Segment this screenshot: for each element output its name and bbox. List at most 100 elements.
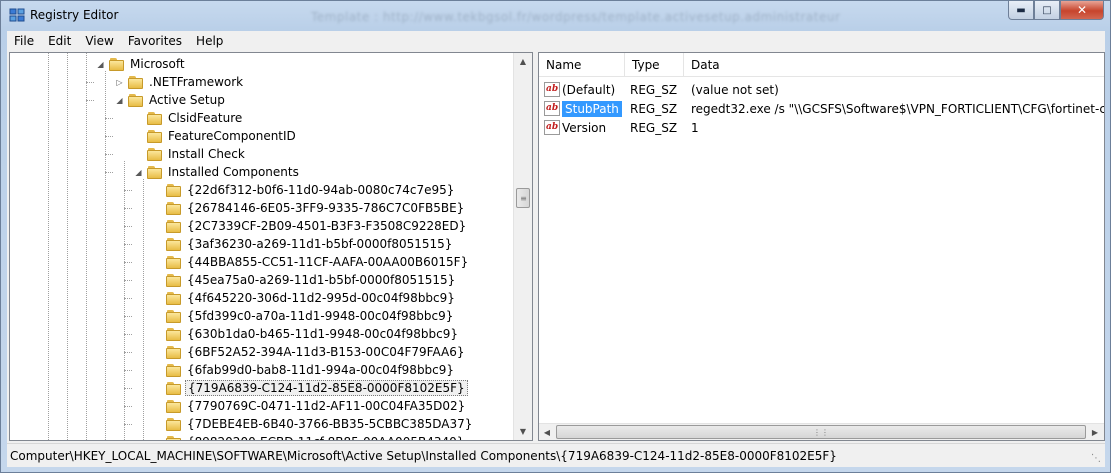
tree-node-component[interactable]: {719A6839-C124-11d2-85E8-0000F8102E5F} bbox=[153, 379, 468, 397]
expanded-arrow-icon[interactable]: ◢ bbox=[134, 168, 143, 177]
folder-icon bbox=[147, 147, 163, 161]
values-list-pane: Name Type Data ab (Default) REG_SZ (value n… bbox=[538, 52, 1105, 441]
background-window-title: Template : http://www.tekbgsol.fr/wordpr… bbox=[311, 10, 841, 24]
tree-node[interactable]: ◢ Microsoft bbox=[96, 55, 187, 73]
expanded-arrow-icon[interactable]: ◢ bbox=[96, 60, 105, 69]
status-path: Computer\HKEY_LOCAL_MACHINE\SOFTWARE\Mic… bbox=[10, 448, 837, 463]
scroll-up-arrow-icon[interactable]: ▲ bbox=[514, 53, 532, 70]
close-button[interactable]: ✕ bbox=[1060, 1, 1104, 20]
folder-icon bbox=[166, 417, 182, 431]
folder-icon bbox=[166, 327, 182, 341]
value-data: (value not set) bbox=[691, 82, 779, 97]
values-scroll-thumb[interactable]: ⋮⋮ bbox=[556, 425, 1086, 439]
scroll-left-arrow-icon[interactable]: ◀ bbox=[539, 424, 555, 440]
value-type: REG_SZ bbox=[630, 101, 678, 116]
tree-node-label: {630b1da0-b465-11d1-9948-00c04f98bbc9} bbox=[187, 327, 459, 341]
value-row[interactable]: ab StubPath REG_SZ regedt32.exe /s "\\GCSFS… bbox=[539, 99, 1104, 118]
close-icon: ✕ bbox=[1076, 3, 1088, 17]
maximize-icon: □ bbox=[1042, 4, 1052, 16]
value-name-cell: ab StubPath bbox=[539, 100, 625, 117]
value-type: REG_SZ bbox=[630, 82, 678, 97]
column-header-name[interactable]: Name bbox=[539, 53, 625, 77]
value-name: StubPath bbox=[562, 100, 622, 117]
tree-guide-connector bbox=[105, 136, 113, 137]
tree-node-label-selected: {719A6839-C124-11d2-85E8-0000F8102E5F} bbox=[185, 380, 468, 396]
menu-help[interactable]: Help bbox=[189, 34, 230, 48]
maximize-button[interactable]: □ bbox=[1034, 1, 1060, 20]
tree-node-component[interactable]: {45ea75a0-a269-11d1-b5bf-0000f8051515} bbox=[153, 271, 457, 289]
tree-guide-connector bbox=[124, 370, 132, 371]
tree-guide-connector bbox=[124, 244, 132, 245]
tree-node-label: FeatureComponentID bbox=[168, 129, 296, 143]
menu-file[interactable]: File bbox=[7, 34, 41, 48]
tree-node-component[interactable]: {630b1da0-b465-11d1-9948-00c04f98bbc9} bbox=[153, 325, 460, 343]
tree-guide-line bbox=[67, 53, 68, 440]
tree-node-component[interactable]: {6BF52A52-394A-11d3-B153-00C04F79FAA6} bbox=[153, 343, 466, 361]
tree-node[interactable]: FeatureComponentID bbox=[134, 127, 298, 145]
expanded-arrow-icon[interactable]: ◢ bbox=[115, 96, 124, 105]
folder-icon bbox=[166, 183, 182, 197]
tree-node-label: {44BBA855-CC51-11CF-AAFA-00AA00B6015F} bbox=[187, 255, 469, 269]
tree-node-component[interactable]: {89820200-ECBD-11cf-8B85-00AA005B4340} bbox=[153, 433, 466, 440]
tree-node-component[interactable]: {7790769C-0471-11d2-AF11-00C04FA35D02} bbox=[153, 397, 467, 415]
tree-node-component[interactable]: {4f645220-306d-11d2-995d-00c04f98bbc9} bbox=[153, 289, 457, 307]
key-tree: ◢ Microsoft ▷ .NETFramework ◢ Active Setup Cls… bbox=[10, 53, 513, 440]
minimize-button[interactable]: ▬ bbox=[1008, 1, 1034, 20]
tree-guide-connector bbox=[124, 226, 132, 227]
menu-view[interactable]: View bbox=[78, 34, 120, 48]
tree-node[interactable]: ◢ Active Setup bbox=[115, 91, 227, 109]
scroll-down-arrow-icon[interactable]: ▼ bbox=[514, 423, 532, 440]
tree-node-component[interactable]: {3af36230-a269-11d1-b5bf-0000f8051515} bbox=[153, 235, 454, 253]
value-name: (Default) bbox=[562, 82, 616, 97]
tree-node-label: ClsidFeature bbox=[168, 111, 243, 125]
tree-node[interactable]: Install Check bbox=[134, 145, 247, 163]
folder-icon bbox=[166, 255, 182, 269]
column-header-type[interactable]: Type bbox=[625, 53, 684, 77]
menu-edit[interactable]: Edit bbox=[41, 34, 78, 48]
tree-node-component[interactable]: {26784146-6E05-3FF9-9335-786C7C0FB5BE} bbox=[153, 199, 466, 217]
tree-node-label: {26784146-6E05-3FF9-9335-786C7C0FB5BE} bbox=[187, 201, 465, 215]
tree-node-label: Active Setup bbox=[149, 93, 225, 107]
column-header-data[interactable]: Data bbox=[684, 53, 1104, 77]
window-title: Registry Editor bbox=[30, 8, 119, 22]
tree-vertical-scrollbar[interactable]: ▲ ≡ ▼ bbox=[513, 53, 532, 440]
value-row[interactable]: ab Version REG_SZ 1 bbox=[539, 118, 1104, 137]
title-bar[interactable]: Registry Editor Template : http://www.te… bbox=[1, 1, 1110, 31]
tree-node-component[interactable]: {44BBA855-CC51-11CF-AAFA-00AA00B6015F} bbox=[153, 253, 470, 271]
tree-node-component[interactable]: {5fd399c0-a70a-11d1-9948-00c04f98bbc9} bbox=[153, 307, 455, 325]
value-row[interactable]: ab (Default) REG_SZ (value not set) bbox=[539, 80, 1104, 99]
value-name-cell: ab (Default) bbox=[539, 82, 625, 97]
tree-node-label: Microsoft bbox=[130, 57, 185, 71]
minimize-icon: ▬ bbox=[1016, 4, 1026, 16]
string-value-icon: ab bbox=[544, 82, 560, 97]
tree-node-label: Installed Components bbox=[168, 165, 299, 179]
tree-node[interactable]: ClsidFeature bbox=[134, 109, 244, 127]
folder-icon bbox=[147, 165, 163, 179]
tree-node-component[interactable]: {7DEBE4EB-6B40-3766-BB35-5CBBC385DA37} bbox=[153, 415, 474, 433]
folder-icon bbox=[166, 291, 182, 305]
resize-grip-icon[interactable]: ⋱ bbox=[1091, 453, 1103, 465]
window-controls: ▬ □ ✕ bbox=[1008, 1, 1104, 20]
folder-icon bbox=[166, 273, 182, 287]
collapsed-arrow-icon[interactable]: ▷ bbox=[115, 78, 124, 87]
tree-node[interactable]: ◢ Installed Components bbox=[134, 163, 301, 181]
tree-node-label: {22d6f312-b0f6-11d0-94ab-0080c74c7e95} bbox=[187, 183, 455, 197]
tree-guide-connector bbox=[124, 208, 132, 209]
scroll-right-arrow-icon[interactable]: ▶ bbox=[1087, 424, 1103, 440]
tree-guide-connector bbox=[86, 82, 94, 83]
menu-favorites[interactable]: Favorites bbox=[121, 34, 189, 48]
tree-node[interactable]: ▷ .NETFramework bbox=[115, 73, 245, 91]
value-type: REG_SZ bbox=[630, 120, 678, 135]
registry-editor-icon bbox=[9, 8, 25, 22]
values-horizontal-scrollbar[interactable]: ◀ ⋮⋮ ▶ bbox=[539, 423, 1104, 440]
folder-icon bbox=[128, 75, 144, 89]
tree-node-component[interactable]: {22d6f312-b0f6-11d0-94ab-0080c74c7e95} bbox=[153, 181, 456, 199]
tree-node-component[interactable]: {6fab99d0-bab8-11d1-994a-00c04f98bbc9} bbox=[153, 361, 456, 379]
folder-icon bbox=[128, 93, 144, 107]
tree-guide-connector bbox=[86, 100, 94, 101]
tree-guide-connector bbox=[105, 118, 113, 119]
tree-node-label: {6BF52A52-394A-11d3-B153-00C04F79FAA6} bbox=[187, 345, 465, 359]
folder-icon bbox=[166, 237, 182, 251]
tree-scroll-thumb[interactable]: ≡ bbox=[516, 188, 530, 208]
tree-node-component[interactable]: {2C7339CF-2B09-4501-B3F3-F3508C9228ED} bbox=[153, 217, 468, 235]
